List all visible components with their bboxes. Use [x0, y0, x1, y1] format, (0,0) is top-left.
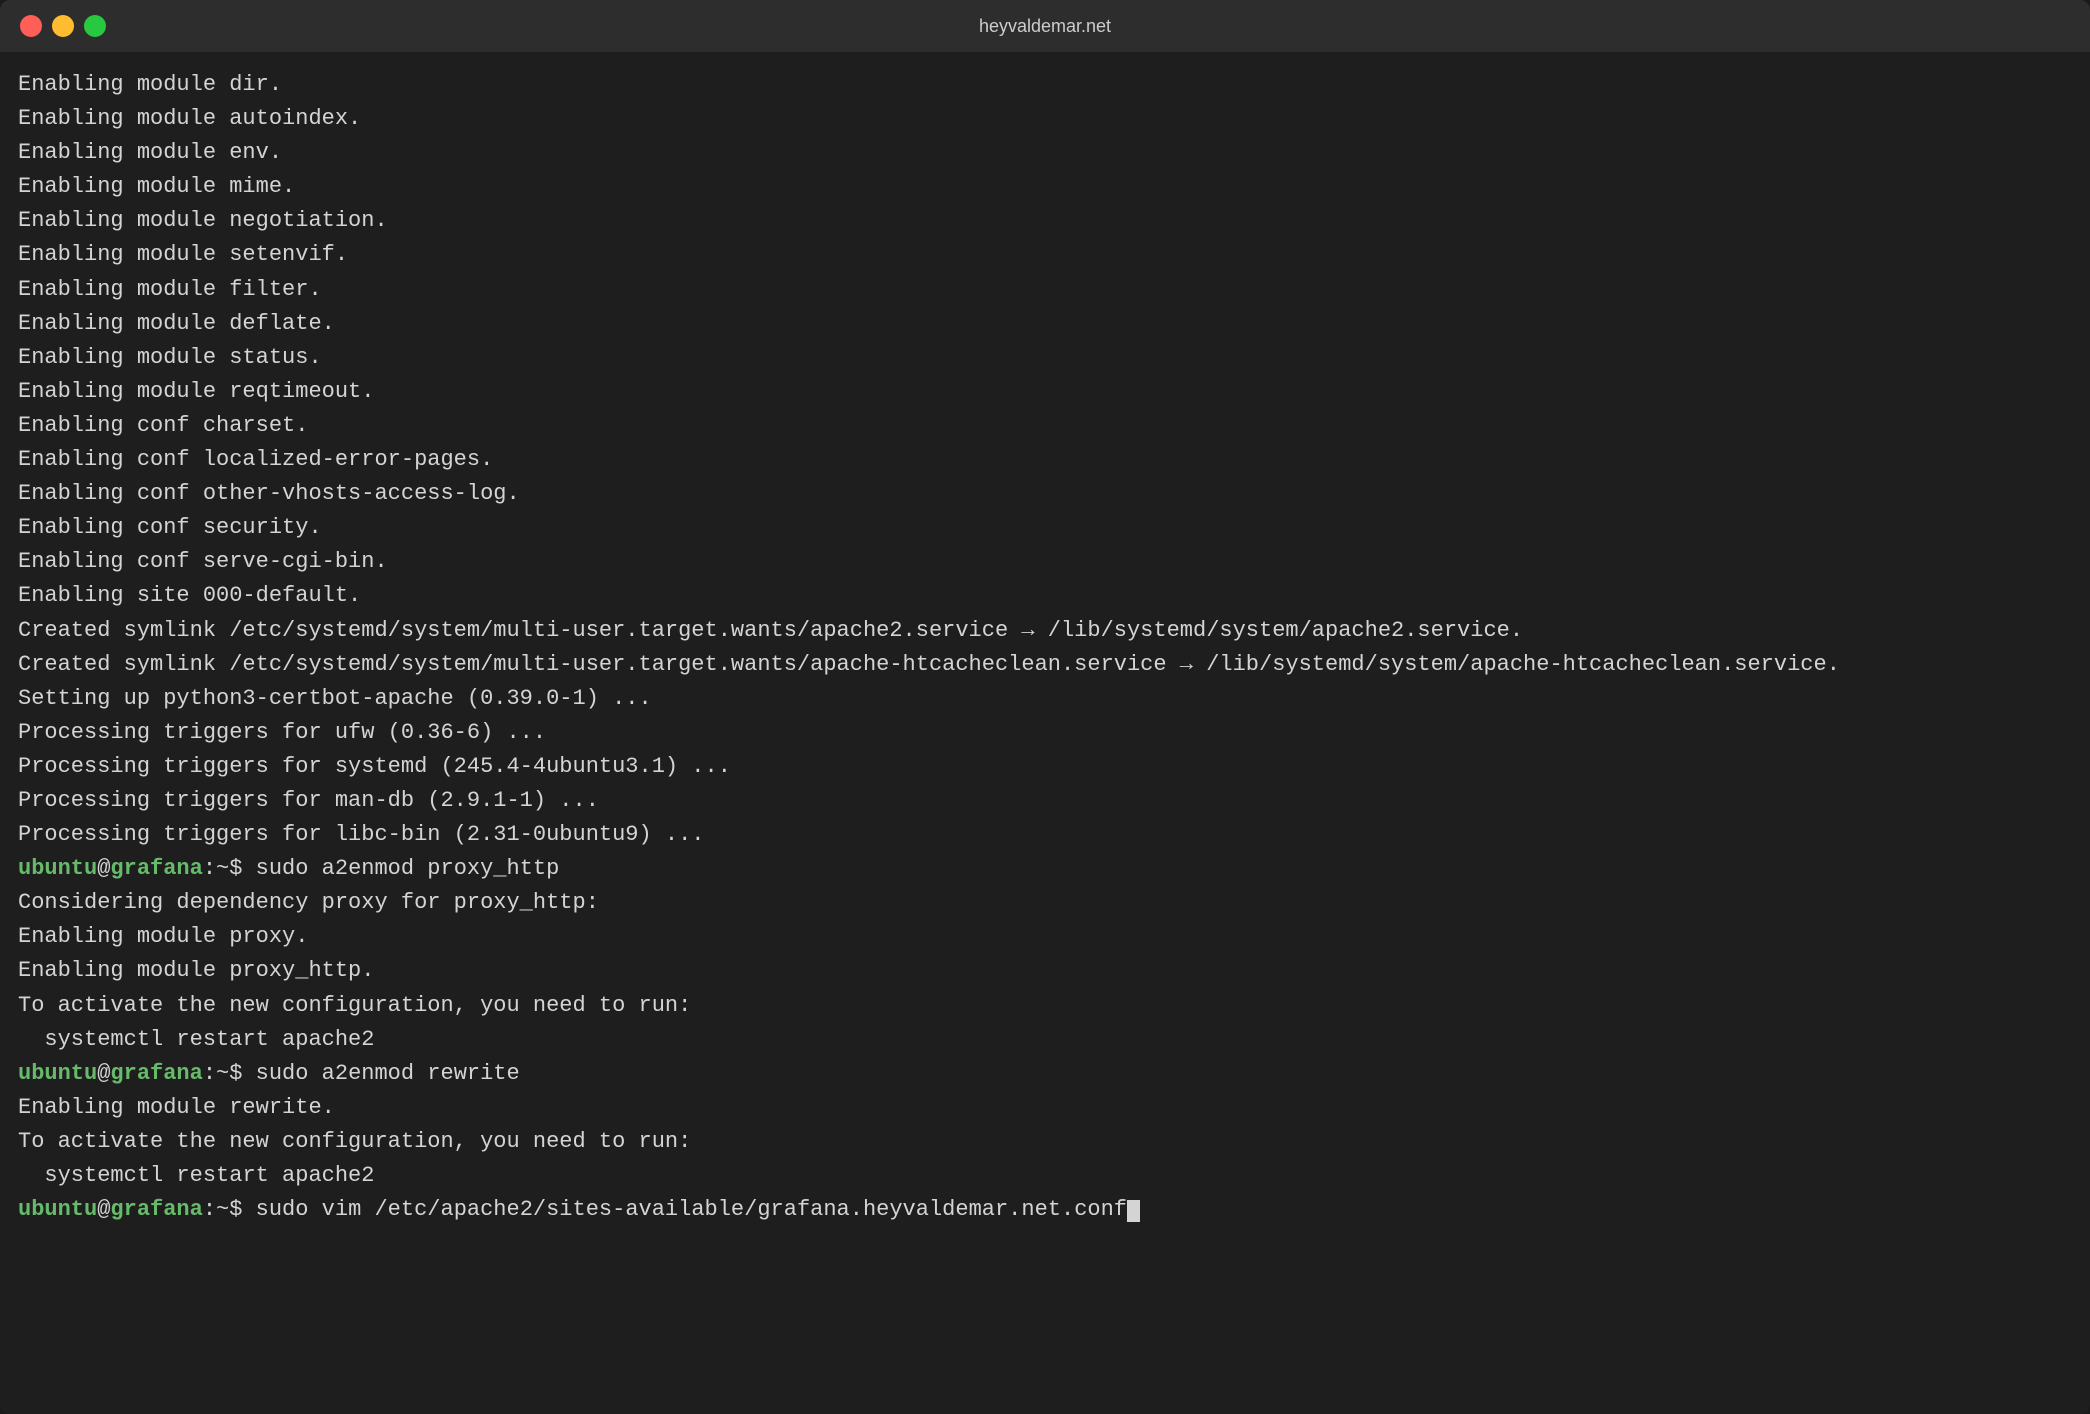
prompt-path: :~$ — [203, 1197, 256, 1222]
prompt-host: grafana — [110, 856, 202, 881]
list-item: Enabling module status. — [18, 341, 2072, 375]
cursor — [1127, 1200, 1140, 1222]
list-item: Processing triggers for libc-bin (2.31-0… — [18, 818, 2072, 852]
list-item: Setting up python3-certbot-apache (0.39.… — [18, 682, 2072, 716]
prompt-at: @ — [97, 1197, 110, 1222]
prompt-user: ubuntu — [18, 1197, 97, 1222]
list-item: Enabling module setenvif. — [18, 238, 2072, 272]
title-bar: heyvaldemar.net — [0, 0, 2090, 52]
list-item: Enabling module autoindex. — [18, 102, 2072, 136]
list-item: Enabling module proxy. — [18, 920, 2072, 954]
list-item: Enabling module env. — [18, 136, 2072, 170]
list-item: Enabling module filter. — [18, 273, 2072, 307]
terminal-window: heyvaldemar.net Enabling module dir. Ena… — [0, 0, 2090, 1414]
list-item: Enabling site 000-default. — [18, 579, 2072, 613]
list-item: Processing triggers for ufw (0.36-6) ... — [18, 716, 2072, 750]
list-item: Enabling conf security. — [18, 511, 2072, 545]
close-button[interactable] — [20, 15, 42, 37]
window-title: heyvaldemar.net — [979, 16, 1111, 37]
list-item: systemctl restart apache2 — [18, 1023, 2072, 1057]
prompt-cmd: sudo a2enmod rewrite — [256, 1061, 520, 1086]
list-item: To activate the new configuration, you n… — [18, 1125, 2072, 1159]
list-item: Processing triggers for systemd (245.4-4… — [18, 750, 2072, 784]
prompt-user: ubuntu — [18, 856, 97, 881]
prompt-cmd: sudo a2enmod proxy_http — [256, 856, 560, 881]
prompt-path: :~$ — [203, 1061, 256, 1086]
maximize-button[interactable] — [84, 15, 106, 37]
list-item: systemctl restart apache2 — [18, 1159, 2072, 1193]
list-item: Processing triggers for man-db (2.9.1-1)… — [18, 784, 2072, 818]
list-item: Considering dependency proxy for proxy_h… — [18, 886, 2072, 920]
traffic-lights — [20, 15, 106, 37]
prompt-host: grafana — [110, 1061, 202, 1086]
list-item: Enabling module proxy_http. — [18, 954, 2072, 988]
list-item: Enabling module deflate. — [18, 307, 2072, 341]
list-item: Enabling conf serve-cgi-bin. — [18, 545, 2072, 579]
prompt-at: @ — [97, 1061, 110, 1086]
prompt-host: grafana — [110, 1197, 202, 1222]
prompt-path: :~$ — [203, 856, 256, 881]
list-item: Created symlink /etc/systemd/system/mult… — [18, 648, 2072, 682]
list-item: Enabling module dir. — [18, 68, 2072, 102]
prompt-line: ubuntu@grafana:~$ sudo a2enmod proxy_htt… — [18, 852, 2072, 886]
list-item: Enabling module reqtimeout. — [18, 375, 2072, 409]
minimize-button[interactable] — [52, 15, 74, 37]
prompt-cmd: sudo vim /etc/apache2/sites-available/gr… — [256, 1197, 1127, 1222]
prompt-user: ubuntu — [18, 1061, 97, 1086]
list-item: Enabling module negotiation. — [18, 204, 2072, 238]
list-item: Enabling conf localized-error-pages. — [18, 443, 2072, 477]
list-item: To activate the new configuration, you n… — [18, 989, 2072, 1023]
list-item: Enabling conf other-vhosts-access-log. — [18, 477, 2072, 511]
terminal-content[interactable]: Enabling module dir. Enabling module aut… — [0, 52, 2090, 1414]
prompt-line-cursor: ubuntu@grafana:~$ sudo vim /etc/apache2/… — [18, 1193, 2072, 1227]
list-item: Enabling module rewrite. — [18, 1091, 2072, 1125]
list-item: Enabling module mime. — [18, 170, 2072, 204]
list-item: Enabling conf charset. — [18, 409, 2072, 443]
prompt-line: ubuntu@grafana:~$ sudo a2enmod rewrite — [18, 1057, 2072, 1091]
list-item: Created symlink /etc/systemd/system/mult… — [18, 614, 2072, 648]
prompt-at: @ — [97, 856, 110, 881]
